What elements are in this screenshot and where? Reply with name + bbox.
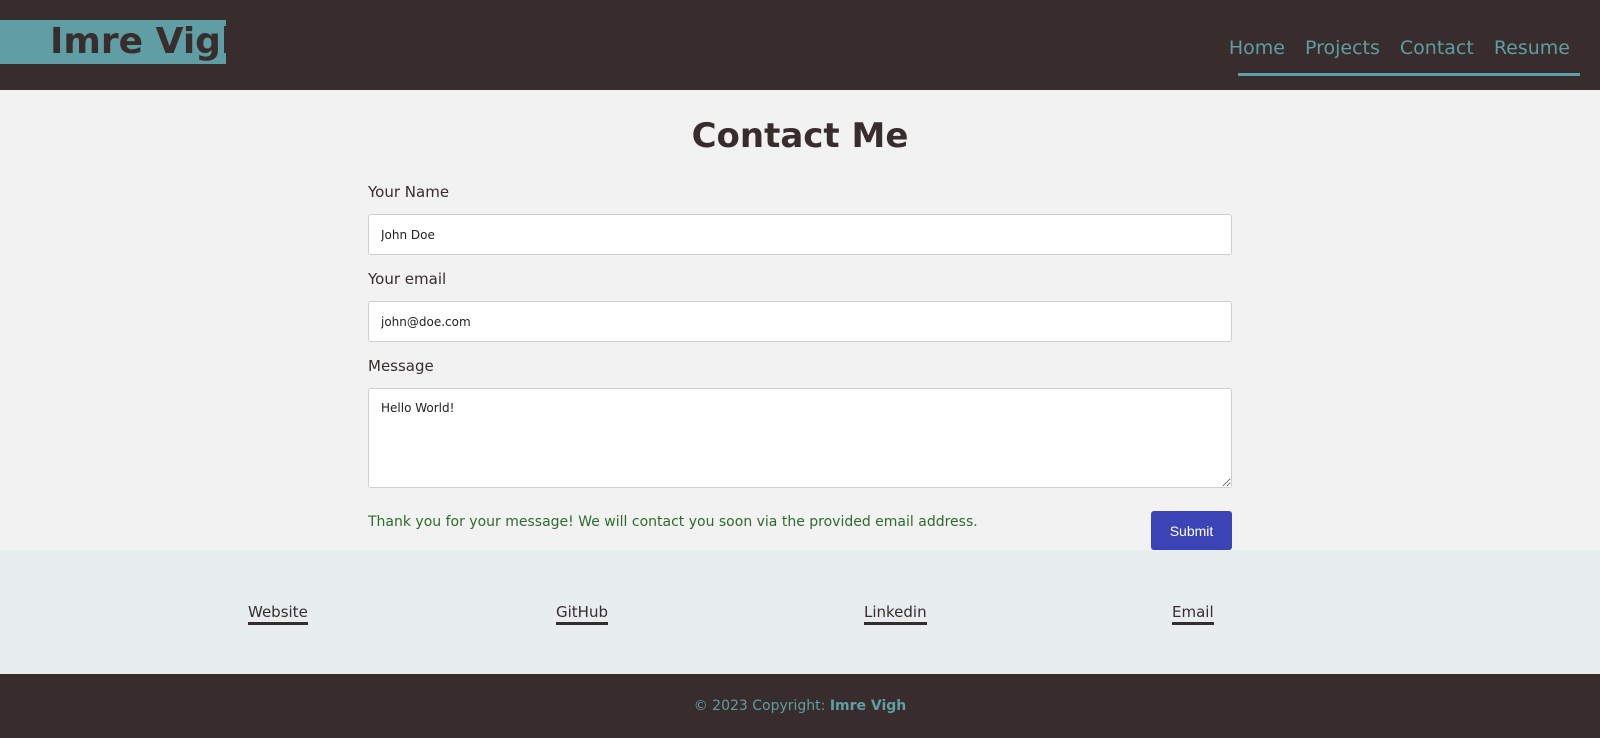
nav-resume-link[interactable]: Resume bbox=[1484, 34, 1580, 64]
copyright-text: © 2023 Copyright: Imre Vigh bbox=[0, 696, 1600, 716]
nav-projects-link[interactable]: Projects bbox=[1295, 34, 1390, 64]
site-header: Imre Vigh Home Projects Contact Resume bbox=[0, 0, 1600, 90]
success-message: Thank you for your message! We will cont… bbox=[368, 514, 978, 530]
brand-block[interactable]: Imre Vigh bbox=[0, 20, 247, 64]
site-footer: © 2023 Copyright: Imre Vigh bbox=[0, 674, 1600, 738]
submit-button[interactable]: Submit bbox=[1151, 511, 1232, 550]
website-link[interactable]: Website bbox=[248, 602, 308, 625]
email-field[interactable] bbox=[368, 301, 1232, 342]
email-link[interactable]: Email bbox=[1172, 602, 1214, 625]
name-label: Your Name bbox=[368, 183, 450, 201]
nav-underline bbox=[1238, 73, 1580, 76]
github-link[interactable]: GitHub bbox=[556, 602, 608, 625]
linkedin-link[interactable]: Linkedin bbox=[864, 602, 927, 625]
nav-home-link[interactable]: Home bbox=[1219, 34, 1295, 64]
page-title: Contact Me bbox=[691, 116, 909, 156]
email-label: Your email bbox=[368, 270, 447, 288]
social-links: Website GitHub Linkedin Email bbox=[0, 550, 1600, 674]
nav-contact-link[interactable]: Contact bbox=[1390, 34, 1484, 64]
copyright-name[interactable]: Imre Vigh bbox=[830, 698, 906, 714]
message-field[interactable]: Hello World! bbox=[368, 388, 1232, 488]
message-label: Message bbox=[368, 357, 434, 375]
contact-section: Contact Me Your Name Your email Message … bbox=[0, 90, 1600, 550]
brand-title: Imre Vigh bbox=[50, 21, 247, 62]
main-nav: Home Projects Contact Resume bbox=[1219, 34, 1580, 64]
name-field[interactable] bbox=[368, 214, 1232, 255]
copyright-prefix: © 2023 Copyright: bbox=[693, 698, 830, 714]
